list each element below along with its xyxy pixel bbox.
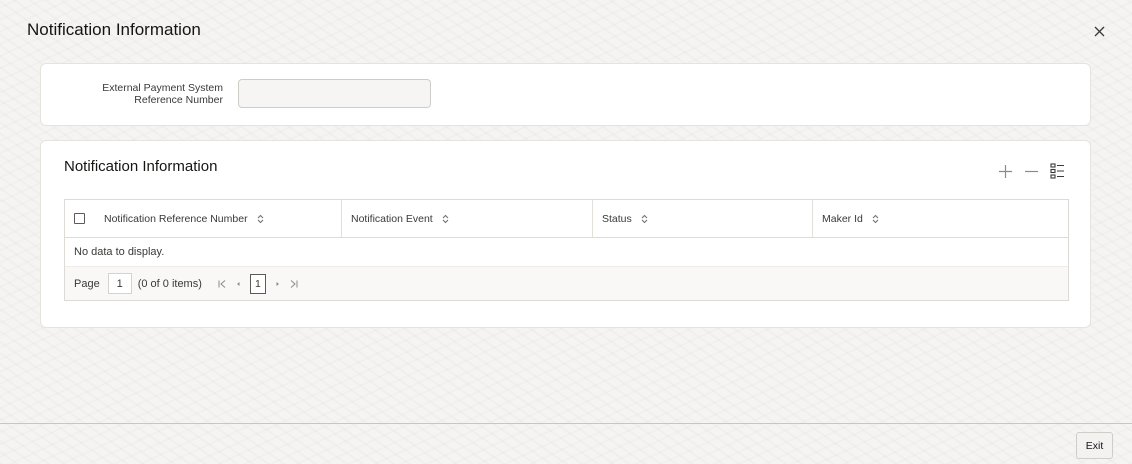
items-count: (0 of 0 items) bbox=[137, 277, 202, 290]
add-row-button[interactable] bbox=[996, 161, 1014, 181]
column-label: Notification Reference Number bbox=[104, 212, 248, 225]
sort-icon[interactable] bbox=[641, 214, 648, 224]
column-label: Status bbox=[602, 212, 632, 225]
column-label: Notification Event bbox=[351, 212, 433, 225]
first-page-icon[interactable] bbox=[217, 279, 227, 289]
pagination: Page 1 (0 of 0 items) 1 bbox=[65, 267, 1068, 300]
column-chooser-button[interactable] bbox=[1048, 161, 1066, 181]
grid-header: Notification Reference Number Notificati… bbox=[65, 200, 1068, 238]
column-header-notification-reference-number[interactable]: Notification Reference Number bbox=[95, 200, 342, 237]
current-page-button[interactable]: 1 bbox=[249, 273, 266, 294]
page-number-input[interactable]: 1 bbox=[107, 273, 132, 294]
column-label: Maker Id bbox=[822, 212, 863, 225]
column-header-status[interactable]: Status bbox=[593, 200, 813, 237]
sort-icon[interactable] bbox=[257, 214, 264, 224]
reference-number-label: External Payment System Reference Number bbox=[102, 82, 223, 106]
select-all-checkbox[interactable] bbox=[74, 213, 85, 224]
page-label: Page bbox=[74, 277, 100, 290]
notification-panel: Notification Information Notification Re… bbox=[40, 140, 1091, 328]
grid-toolbar bbox=[996, 161, 1066, 181]
section-title: Notification Information bbox=[64, 158, 218, 175]
criteria-panel: External Payment System Reference Number bbox=[40, 63, 1091, 126]
previous-page-icon[interactable] bbox=[234, 279, 242, 289]
sort-icon[interactable] bbox=[872, 214, 879, 224]
next-page-button[interactable] bbox=[270, 274, 286, 294]
remove-icon[interactable] bbox=[1024, 164, 1039, 179]
column-header-notification-event[interactable]: Notification Event bbox=[342, 200, 593, 237]
next-page-icon[interactable] bbox=[274, 279, 282, 289]
footer-divider bbox=[0, 423, 1132, 424]
previous-page-button[interactable] bbox=[230, 274, 246, 294]
last-page-button[interactable] bbox=[286, 274, 302, 294]
add-icon[interactable] bbox=[998, 164, 1013, 179]
sort-icon[interactable] bbox=[442, 214, 449, 224]
empty-message: No data to display. bbox=[65, 238, 1068, 267]
page-title: Notification Information bbox=[27, 20, 201, 39]
close-button[interactable] bbox=[1089, 20, 1109, 42]
column-header-maker-id[interactable]: Maker Id bbox=[813, 200, 1068, 237]
exit-button[interactable]: Exit bbox=[1076, 432, 1113, 459]
select-all-cell bbox=[65, 200, 95, 237]
notification-grid: Notification Reference Number Notificati… bbox=[64, 199, 1069, 301]
last-page-icon[interactable] bbox=[289, 279, 299, 289]
close-icon[interactable] bbox=[1094, 26, 1105, 37]
column-chooser-icon[interactable] bbox=[1049, 163, 1065, 179]
reference-number-input[interactable] bbox=[238, 79, 431, 108]
remove-row-button[interactable] bbox=[1022, 161, 1040, 181]
first-page-button[interactable] bbox=[214, 274, 230, 294]
